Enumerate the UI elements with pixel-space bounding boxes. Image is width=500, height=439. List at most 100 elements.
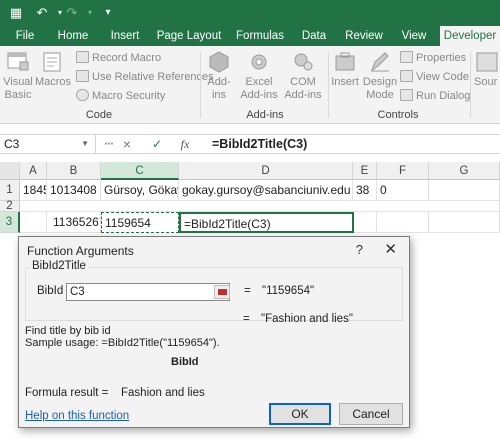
cell-f3[interactable]: [377, 212, 429, 233]
enter-formula-icon[interactable]: ✓: [148, 135, 166, 153]
com-add-ins-button[interactable]: COM Add-ins: [282, 50, 324, 102]
tab-view[interactable]: View: [396, 26, 432, 46]
cell-b3[interactable]: 1136526: [47, 212, 101, 233]
redo-dropdown-icon[interactable]: ▾: [82, 5, 98, 21]
tab-insert[interactable]: Insert: [104, 26, 146, 46]
function-result: "Fashion and lies": [261, 313, 353, 325]
argument-name-bold: BibId: [171, 356, 199, 368]
macros-label: Macros: [34, 76, 72, 88]
tab-file[interactable]: File: [0, 26, 50, 46]
run-dialog-label: Run Dialog: [416, 90, 471, 102]
argument-result: "1159654": [262, 285, 315, 297]
cell-g3[interactable]: [429, 212, 500, 233]
macro-security-button[interactable]: Macro Security: [76, 88, 165, 105]
code-group-label: Code: [85, 109, 113, 121]
formula-bar: C3 ▼ ●●● × ✓ fx =BibId2Title(C3): [0, 134, 500, 154]
cell-d3[interactable]: =BibId2Title(C3): [179, 212, 354, 233]
row-header-3[interactable]: 3: [0, 212, 20, 233]
cell-d1[interactable]: gokay.gursoy@sabanciuniv.edu: [179, 180, 353, 201]
insert-function-icon[interactable]: fx: [176, 135, 194, 153]
design-mode-button[interactable]: Design Mode: [362, 50, 398, 102]
cell-a1[interactable]: 1845: [20, 180, 47, 201]
tab-review[interactable]: Review: [340, 26, 388, 46]
tab-data[interactable]: Data: [296, 26, 332, 46]
com-add-ins-label: COM Add-ins: [284, 76, 322, 101]
view-code-label: View Code: [416, 71, 469, 83]
cell-f1[interactable]: 0: [377, 180, 429, 201]
add-ins-label: Add- ins: [207, 76, 231, 101]
cell-b1[interactable]: 1013408: [47, 180, 101, 201]
save-icon[interactable]: ▦: [8, 5, 24, 21]
cell-c1[interactable]: Gürsoy, Gökay: [101, 180, 179, 201]
bibid-argument-input[interactable]: C3: [66, 283, 230, 301]
group-separator: [200, 52, 201, 118]
properties-button[interactable]: Properties: [400, 50, 466, 67]
ok-button[interactable]: OK: [269, 403, 331, 425]
column-header-e[interactable]: E: [353, 162, 377, 180]
close-icon[interactable]: ✕: [384, 240, 397, 258]
collapse-dialog-icon[interactable]: [214, 285, 230, 299]
equals-sign: =: [244, 285, 251, 297]
function-arguments-dialog: Function Arguments ? ✕ BibId2Title BibId…: [18, 236, 410, 428]
insert-control-label: Insert: [331, 76, 359, 88]
tab-developer[interactable]: Developer: [440, 26, 500, 46]
properties-icon: [400, 51, 413, 63]
row-header-1[interactable]: 1: [0, 180, 20, 201]
undo-icon[interactable]: ↶: [34, 5, 50, 21]
excel-add-ins-button[interactable]: Excel Add-ins: [238, 50, 280, 102]
quick-access-customize-icon[interactable]: ▾: [100, 5, 116, 21]
design-mode-label: Design Mode: [362, 76, 398, 101]
row-2-cells[interactable]: [20, 201, 500, 212]
visual-basic-button[interactable]: Visual Basic: [2, 50, 34, 102]
column-header-c[interactable]: C: [101, 162, 179, 180]
source-label: Sour: [474, 76, 498, 88]
more-options-icon[interactable]: ●●●: [100, 135, 118, 153]
select-all-corner[interactable]: [0, 162, 20, 180]
use-relative-label: Use Relative References: [92, 71, 214, 83]
name-box-value: C3: [4, 137, 20, 151]
insert-control-button[interactable]: Insert: [330, 50, 360, 89]
group-separator: [328, 52, 329, 118]
cell-e3[interactable]: [354, 212, 377, 233]
cell-g1[interactable]: [429, 180, 500, 201]
macros-button[interactable]: Macros: [34, 50, 72, 89]
ribbon-tabs: File Home Insert Page Layout Formulas Da…: [0, 26, 500, 46]
visual-basic-label: Visual Basic: [3, 76, 33, 101]
record-macro-button[interactable]: Record Macro: [76, 50, 161, 67]
add-ins-group-label: Add-ins: [246, 109, 284, 121]
view-code-button[interactable]: View Code: [400, 69, 469, 86]
run-dialog-button[interactable]: Run Dialog: [400, 88, 470, 105]
column-header-d[interactable]: D: [179, 162, 353, 180]
properties-label: Properties: [416, 52, 467, 64]
bibid-argument-value: C3: [70, 286, 85, 298]
help-on-function-link[interactable]: Help on this function: [25, 410, 129, 422]
help-icon[interactable]: ?: [356, 242, 363, 257]
tab-page-layout[interactable]: Page Layout: [154, 26, 224, 46]
column-header-b[interactable]: B: [47, 162, 101, 180]
cancel-formula-icon[interactable]: ×: [118, 135, 136, 153]
chevron-down-icon[interactable]: ▼: [81, 135, 89, 153]
cell-a3[interactable]: [20, 212, 47, 233]
cancel-button[interactable]: Cancel: [339, 403, 403, 425]
record-macro-icon: [76, 51, 89, 63]
row-header-2[interactable]: 2: [0, 200, 20, 212]
use-relative-references-button[interactable]: Use Relative References: [76, 69, 214, 86]
warning-icon: [76, 89, 89, 101]
tab-home[interactable]: Home: [52, 26, 94, 46]
formula-input[interactable]: =BibId2Title(C3): [212, 135, 307, 153]
column-header-a[interactable]: A: [20, 162, 47, 180]
redo-icon[interactable]: ↷: [64, 5, 80, 21]
function-description: Find title by bib id: [25, 325, 111, 337]
excel-add-ins-label: Excel Add-ins: [240, 76, 278, 101]
column-header-f[interactable]: F: [377, 162, 429, 180]
column-header-g[interactable]: G: [429, 162, 500, 180]
add-ins-button[interactable]: Add- ins: [204, 50, 234, 102]
source-button[interactable]: Sour: [474, 50, 500, 89]
com-gear-icon: [294, 53, 313, 71]
tab-formulas[interactable]: Formulas: [232, 26, 288, 46]
visual-basic-icon: [7, 52, 29, 71]
design-mode-icon: [370, 52, 389, 72]
cell-e1[interactable]: 38: [353, 180, 377, 201]
name-box[interactable]: C3 ▼: [0, 135, 96, 153]
cell-c3[interactable]: 1159654: [101, 212, 179, 233]
